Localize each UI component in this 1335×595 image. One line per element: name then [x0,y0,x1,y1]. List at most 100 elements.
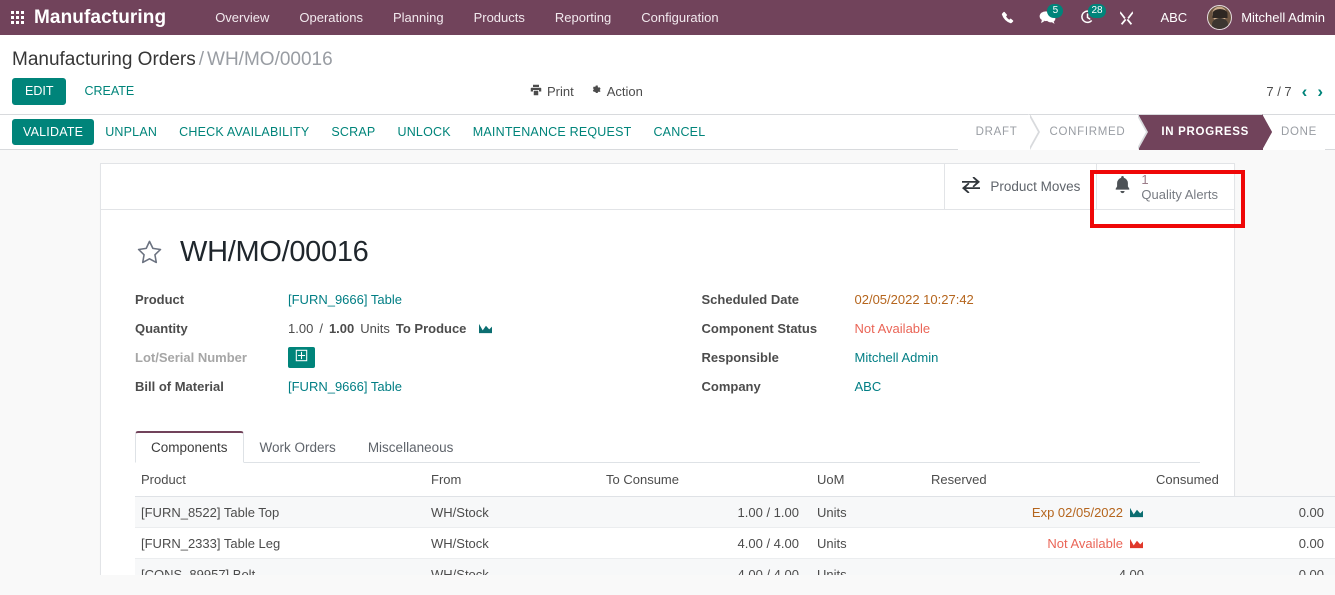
pager: 7 / 7 ‹ › [1266,83,1323,100]
main-menu: Overview Operations Planning Products Re… [200,0,733,35]
edit-button[interactable]: EDIT [12,78,67,105]
tab-work-orders[interactable]: Work Orders [244,431,352,463]
field-scheduled-date-value[interactable]: 02/05/2022 10:27:42 [855,292,974,307]
field-company-value[interactable]: ABC [855,379,882,394]
table-row[interactable]: [FURN_8522] Table Top WH/Stock 1.00 / 1.… [135,496,1335,528]
cell-product: [CONS_89957] Bolt [135,558,425,575]
quality-alerts-stat-button[interactable]: 1 Quality Alerts [1096,164,1234,209]
action-menu[interactable]: Action [590,84,643,99]
pager-previous-button[interactable]: ‹ [1302,83,1308,100]
validate-button[interactable]: VALIDATE [12,119,95,145]
column-header-uom[interactable]: UoM [805,463,925,497]
company-switcher[interactable]: ABC [1146,0,1201,35]
table-row[interactable]: [FURN_2333] Table Leg WH/Stock 4.00 / 4.… [135,527,1335,559]
star-outline-icon[interactable] [135,238,164,267]
pager-value[interactable]: 7 / 7 [1266,84,1291,99]
field-responsible-value[interactable]: Mitchell Admin [855,350,939,365]
stage-done[interactable]: DONE [1262,114,1325,150]
unplan-button[interactable]: UNPLAN [94,119,168,145]
menu-item-configuration[interactable]: Configuration [626,0,733,35]
messages-icon[interactable]: 5 [1027,0,1068,35]
column-header-consumed[interactable]: Consumed [1150,463,1330,497]
print-menu[interactable]: Print [530,84,574,99]
cell-uom: Units [805,558,925,575]
user-menu[interactable]: Mitchell Admin [1201,5,1325,30]
field-company-label: Company [701,378,761,394]
field-scheduled-date: Scheduled Date 02/05/2022 10:27:42 [702,285,1201,313]
activities-icon[interactable]: 28 [1068,0,1107,35]
stat-button-box: Product Moves 1 Quality Alerts [101,164,1234,210]
scrap-button[interactable]: SCRAP [320,119,386,145]
tab-miscellaneous[interactable]: Miscellaneous [352,431,470,463]
menu-item-products[interactable]: Products [459,0,540,35]
cell-product: [FURN_8522] Table Top [135,496,425,528]
stage-pipeline: DRAFT CONFIRMED IN PROGRESS DONE [957,114,1325,150]
lot-serial-create-button[interactable] [288,346,315,368]
pager-next-button[interactable]: › [1317,83,1323,100]
menu-item-reporting[interactable]: Reporting [540,0,626,35]
column-header-from[interactable]: From [425,463,600,497]
field-product-value[interactable]: [FURN_9666] Table [288,292,402,307]
cancel-button[interactable]: CANCEL [642,119,716,145]
column-header-reserved[interactable]: Reserved [925,463,1150,497]
activities-counter: 28 [1088,4,1106,18]
field-lot-serial-value [288,346,315,368]
phone-icon[interactable] [989,0,1027,35]
components-table: Product From To Consume UoM Reserved Con… [135,463,1335,575]
area-chart-icon[interactable] [478,322,493,335]
field-company: Company ABC [702,372,1201,400]
quality-alerts-label: Quality Alerts [1141,186,1218,202]
cell-consumed: 0.00 [1150,558,1330,575]
status-bar: VALIDATE UNPLAN CHECK AVAILABILITY SCRAP… [0,114,1335,150]
quantity-separator: / [319,320,323,336]
cell-row-widget[interactable] [1330,496,1335,528]
breadcrumb-parent[interactable]: Manufacturing Orders [12,49,196,70]
column-header-product[interactable]: Product [135,463,425,497]
unlock-button[interactable]: UNLOCK [386,119,461,145]
create-button[interactable]: CREATE [74,79,144,104]
menu-item-planning[interactable]: Planning [378,0,459,35]
quantity-done: 1.00 [288,320,314,336]
area-chart-icon[interactable] [1129,506,1144,519]
check-availability-button[interactable]: CHECK AVAILABILITY [168,119,320,145]
control-panel-buttons: EDIT CREATE Print Action 7 / 7 ‹ › [0,73,1335,114]
product-moves-stat-button[interactable]: Product Moves [944,164,1097,209]
table-row[interactable]: [CONS_89957] Bolt WH/Stock 4.00 / 4.00 U… [135,558,1335,575]
plus-square-icon [295,349,308,365]
menu-item-operations[interactable]: Operations [284,0,378,35]
field-quantity: Quantity 1.00 / 1.00 Units To Produce [135,314,668,342]
field-bill-of-material-label: Bill of Material [135,378,224,394]
cell-to-consume: 4.00 / 4.00 [600,527,805,559]
column-header-to-consume[interactable]: To Consume [600,463,805,497]
field-bill-of-material-value[interactable]: [FURN_9666] Table [288,379,402,394]
field-product-label: Product [135,291,185,307]
apps-grid-icon[interactable] [0,0,34,35]
components-table-head: Product From To Consume UoM Reserved Con… [135,463,1335,497]
field-component-status-value: Not Available [854,320,931,336]
quantity-uom: Units [360,320,390,336]
control-panel: Manufacturing Orders / WH/MO/00016 EDIT CR… [0,35,1335,115]
cell-to-consume: 1.00 / 1.00 [600,496,805,528]
field-bill-of-material: Bill of Material [FURN_9666] Table [135,372,668,400]
tab-components[interactable]: Components [135,431,244,463]
stage-in-progress[interactable]: IN PROGRESS [1139,114,1263,150]
user-name-label: Mitchell Admin [1241,10,1325,25]
field-quantity-label: Quantity [135,320,188,336]
control-panel-center-actions: Print Action [530,84,643,99]
stage-confirmed[interactable]: CONFIRMED [1031,114,1140,150]
product-moves-label: Product Moves [990,179,1081,194]
cell-row-widget[interactable] [1330,558,1335,575]
menu-item-overview[interactable]: Overview [200,0,284,35]
sheet-body: WH/MO/00016 Product [FURN_9666] Table Qu… [101,210,1335,575]
stage-draft[interactable]: DRAFT [957,114,1032,150]
area-chart-icon[interactable] [1129,537,1144,550]
column-options-toggle[interactable] [1330,463,1335,497]
gear-icon [590,84,602,99]
cell-from: WH/Stock [425,527,600,559]
app-brand-title[interactable]: Manufacturing [34,7,166,29]
cell-row-widget[interactable] [1330,527,1335,559]
navbar-systray: 5 28 ABC Mitchell Admin [989,0,1325,35]
form-column-left: Product [FURN_9666] Table Quantity 1.00 … [135,285,668,401]
maintenance-request-button[interactable]: MAINTENANCE REQUEST [462,119,643,145]
wrench-tools-icon[interactable] [1107,0,1146,35]
